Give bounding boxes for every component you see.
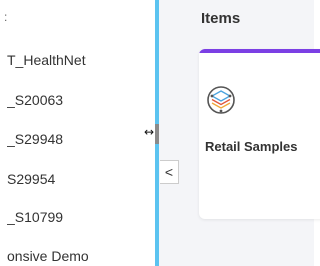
item-card-retail-samples[interactable]: Retail Samples bbox=[199, 49, 320, 219]
list-item[interactable]: _S20063 bbox=[7, 90, 155, 110]
layers-icon bbox=[207, 86, 235, 114]
collapse-panel-button[interactable]: < bbox=[160, 160, 179, 184]
list-header-glyph: : bbox=[4, 10, 8, 24]
page-title: Items bbox=[201, 10, 241, 27]
chevron-left-icon: < bbox=[164, 164, 174, 180]
card-label: Retail Samples bbox=[205, 139, 298, 154]
splitter-drag-handle[interactable] bbox=[155, 124, 159, 144]
list-item[interactable]: T_HealthNet bbox=[7, 50, 155, 70]
card-accent-bar bbox=[199, 49, 320, 53]
app-root: : T_HealthNet _S20063 _S29948 S29954 _S1… bbox=[0, 0, 320, 266]
list-item[interactable]: _S29948 bbox=[7, 129, 155, 149]
project-list-panel: : T_HealthNet _S20063 _S29948 S29954 _S1… bbox=[0, 0, 155, 266]
resize-cursor-icon: ↔ bbox=[144, 125, 155, 139]
list-item[interactable]: S29954 bbox=[7, 169, 155, 189]
list-item[interactable]: onsive Demo bbox=[7, 246, 155, 266]
list-item[interactable]: _S10799 bbox=[7, 207, 155, 227]
